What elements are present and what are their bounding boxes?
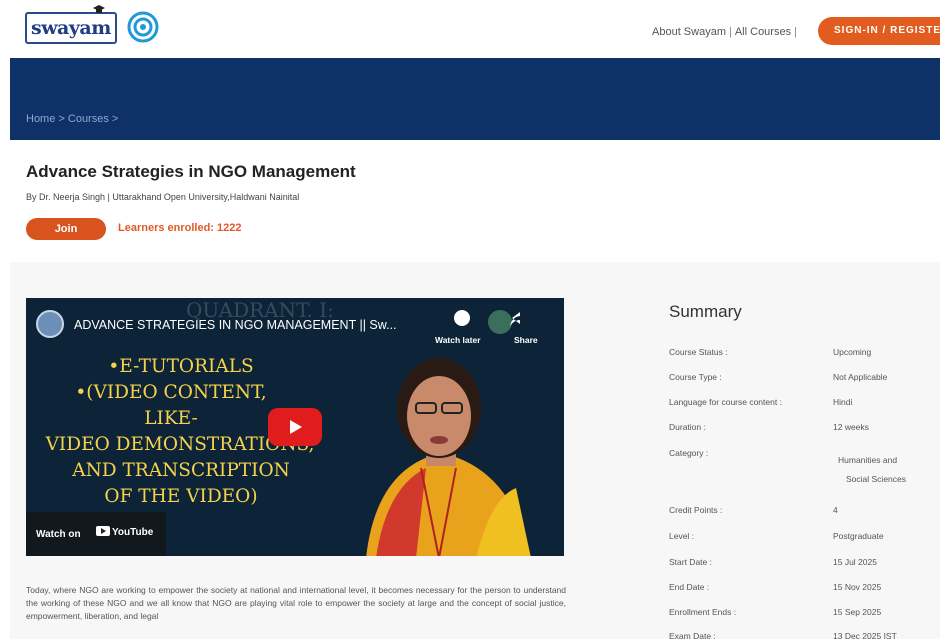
hero-band: Home > Courses >	[10, 58, 940, 140]
link-separator: |	[728, 26, 732, 38]
learners-enrolled: Learners enrolled: 1222	[118, 222, 242, 234]
course-instructor: By Dr. Neerja Singh | Uttarakhand Open U…	[26, 192, 300, 202]
top-links: About Swayam | All Courses |	[652, 26, 800, 38]
summary-value: Hindi	[833, 397, 853, 407]
watch-on-youtube[interactable]: Watch on YouTube	[26, 512, 166, 556]
signin-register-button[interactable]: SIGN-IN / REGISTER	[818, 17, 940, 45]
video-text-line: •(VIDEO CONTENT,	[75, 382, 267, 403]
summary-value[interactable]: Social Sciences	[846, 474, 906, 484]
summary-label: Start Date :	[669, 557, 712, 567]
video-player[interactable]: QUADRANT. I: ADVANCE STRATEGIES IN NGO M…	[26, 298, 564, 556]
play-icon	[290, 420, 302, 434]
video-text-line: LIKE-	[144, 408, 198, 429]
channel-avatar[interactable]	[36, 310, 64, 338]
youtube-play-icon	[96, 526, 110, 536]
all-courses-link[interactable]: All Courses	[735, 26, 791, 38]
summary-label: Course Status :	[669, 347, 728, 357]
video-text-line: AND TRANSCRIPTION	[72, 460, 290, 481]
summary-label: Credit Points :	[669, 505, 723, 515]
course-title: Advance Strategies in NGO Management	[26, 162, 356, 181]
video-text-line: OF THE VIDEO)	[104, 486, 258, 507]
play-button[interactable]	[268, 408, 322, 446]
summary-value: 12 weeks	[833, 422, 869, 432]
course-description: Today, where NGO are working to empower …	[26, 585, 566, 621]
summary-label: Category :	[669, 448, 709, 458]
video-text-line: •E-TUTORIALS	[108, 356, 254, 377]
summary-value: 15 Jul 2025	[833, 557, 877, 567]
summary-label: Duration :	[669, 422, 706, 432]
watch-on-label: Watch on	[36, 529, 81, 540]
summary-value: Postgraduate	[833, 531, 884, 541]
summary-label: Level :	[669, 531, 695, 541]
youtube-logo: YouTube	[96, 526, 153, 538]
logo-text: swayam	[31, 17, 111, 39]
swayam-logo[interactable]: swayam	[25, 5, 117, 44]
link-separator: |	[794, 26, 797, 38]
summary-value: 15 Nov 2025	[833, 582, 882, 592]
summary-label: Language for course content :	[669, 397, 782, 407]
summary-value: 4	[833, 505, 838, 515]
summary-label: Course Type :	[669, 372, 722, 382]
summary-value: Not Applicable	[833, 372, 888, 382]
summary-value: 15 Sep 2025	[833, 607, 882, 617]
clock-icon[interactable]	[454, 310, 470, 326]
summary-label: Exam Date :	[669, 631, 716, 639]
graduation-cap-icon	[93, 5, 105, 13]
join-button[interactable]: Join	[26, 218, 106, 240]
youtube-label: YouTube	[112, 527, 154, 538]
summary-label: Enrollment Ends :	[669, 607, 737, 617]
course-header: Advance Strategies in NGO Management By …	[10, 140, 940, 260]
summary-label: End Date :	[669, 582, 710, 592]
summary-value[interactable]: Humanities and	[838, 455, 897, 465]
summary-value: 13 Dec 2025 IST	[833, 631, 897, 639]
about-swayam-link[interactable]: About Swayam	[652, 26, 726, 38]
summary-value: Upcoming	[833, 347, 872, 357]
breadcrumb[interactable]: Home > Courses >	[26, 113, 118, 125]
emblem-icon[interactable]	[127, 11, 159, 43]
summary-title: Summary	[669, 302, 742, 321]
top-navbar: swayam About Swayam | All Courses | SIGN-IN…	[0, 0, 940, 58]
